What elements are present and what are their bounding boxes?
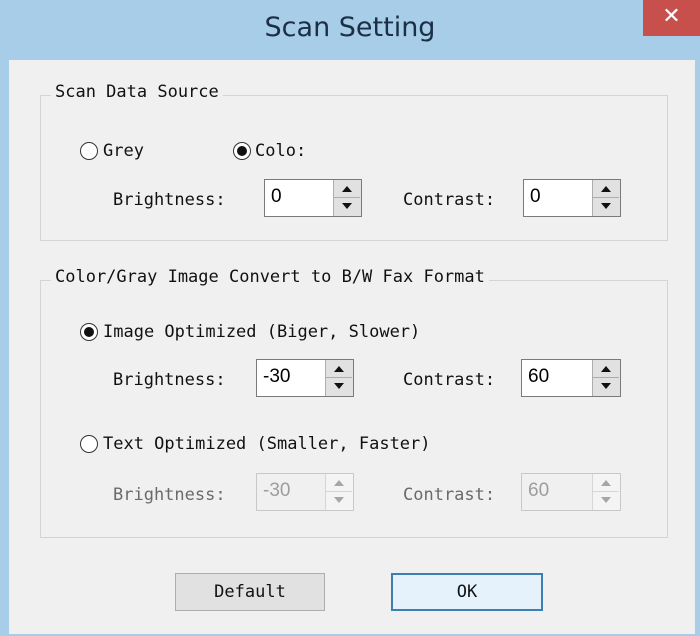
title-bar[interactable]: Scan Setting ✕ — [0, 0, 700, 60]
text-contrast-label: Contrast: — [403, 485, 496, 505]
scan-data-source-group: Scan Data Source — [40, 82, 668, 241]
fax-convert-label: Color/Gray Image Convert to B/W Fax Form… — [51, 267, 489, 287]
spin-buttons — [592, 360, 620, 396]
image-brightness-label: Brightness: — [113, 370, 226, 390]
spin-buttons — [592, 180, 620, 216]
arrow-down-icon — [601, 497, 611, 503]
text-optimized-label[interactable]: Text Optimized (Smaller, Faster) — [103, 434, 431, 454]
text-contrast-spinbox[interactable]: 60 — [521, 473, 621, 511]
text-brightness-label: Brightness: — [113, 485, 226, 505]
arrow-down-icon — [601, 203, 611, 209]
image-optimized-radio[interactable] — [80, 323, 98, 341]
scan-data-source-label: Scan Data Source — [51, 82, 223, 102]
spin-up-button[interactable] — [326, 360, 352, 378]
image-contrast-value[interactable]: 60 — [528, 366, 549, 388]
spin-down-button[interactable] — [593, 198, 619, 215]
spin-up-button[interactable] — [593, 360, 619, 378]
dialog-title: Scan Setting — [264, 12, 436, 43]
scan-setting-dialog: Scan Setting ✕ Scan Data Source Grey Col… — [0, 0, 700, 636]
image-contrast-label: Contrast: — [403, 370, 496, 390]
arrow-up-icon — [342, 186, 352, 192]
source-contrast-value[interactable]: 0 — [530, 186, 541, 208]
close-icon: ✕ — [662, 4, 681, 29]
color-radio-label[interactable]: Colo: — [255, 141, 306, 161]
default-button[interactable]: Default — [175, 573, 325, 611]
source-brightness-label: Brightness: — [113, 190, 226, 210]
source-brightness-spinbox[interactable]: 0 — [264, 179, 362, 217]
spin-down-button[interactable] — [326, 378, 352, 395]
source-brightness-value[interactable]: 0 — [271, 186, 282, 208]
spin-down-button[interactable] — [334, 198, 360, 215]
spin-down-button[interactable] — [326, 492, 352, 509]
image-brightness-spinbox[interactable]: -30 — [256, 359, 354, 397]
radio-selected-dot — [237, 146, 247, 156]
text-brightness-spinbox[interactable]: -30 — [256, 473, 354, 511]
spin-buttons — [325, 360, 353, 396]
grey-radio-label[interactable]: Grey — [103, 141, 144, 161]
spin-down-button[interactable] — [593, 492, 619, 509]
spin-buttons — [592, 474, 620, 510]
text-contrast-value[interactable]: 60 — [528, 480, 549, 502]
arrow-up-icon — [334, 366, 344, 372]
arrow-down-icon — [334, 383, 344, 389]
grey-radio[interactable] — [80, 142, 98, 160]
dialog-client-area: Scan Data Source Grey Colo: Brightness: … — [9, 60, 695, 634]
text-optimized-radio[interactable] — [80, 435, 98, 453]
spin-up-button[interactable] — [334, 180, 360, 198]
spin-buttons — [325, 474, 353, 510]
image-brightness-value[interactable]: -30 — [263, 366, 290, 388]
spin-up-button[interactable] — [593, 180, 619, 198]
ok-button[interactable]: OK — [391, 573, 543, 611]
spin-up-button[interactable] — [326, 474, 352, 492]
close-button[interactable]: ✕ — [643, 0, 700, 36]
arrow-up-icon — [601, 186, 611, 192]
source-contrast-spinbox[interactable]: 0 — [523, 179, 621, 217]
text-brightness-value[interactable]: -30 — [263, 480, 290, 502]
arrow-up-icon — [601, 480, 611, 486]
arrow-down-icon — [334, 497, 344, 503]
image-contrast-spinbox[interactable]: 60 — [521, 359, 621, 397]
source-contrast-label: Contrast: — [403, 190, 496, 210]
image-optimized-label[interactable]: Image Optimized (Biger, Slower) — [103, 322, 420, 342]
radio-selected-dot — [84, 327, 94, 337]
arrow-up-icon — [334, 480, 344, 486]
arrow-up-icon — [601, 366, 611, 372]
spin-down-button[interactable] — [593, 378, 619, 395]
arrow-down-icon — [342, 203, 352, 209]
spin-up-button[interactable] — [593, 474, 619, 492]
spin-buttons — [333, 180, 361, 216]
arrow-down-icon — [601, 383, 611, 389]
color-radio[interactable] — [233, 142, 251, 160]
